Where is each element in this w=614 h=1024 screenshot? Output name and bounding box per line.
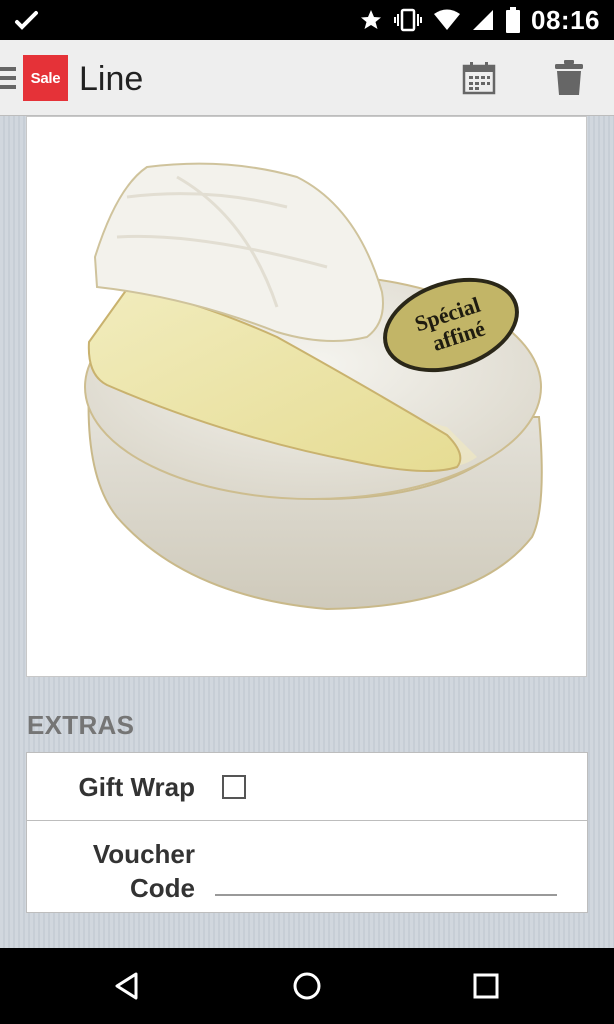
- battery-icon: [506, 7, 520, 33]
- star-icon: [361, 10, 381, 29]
- app-bar: Sale Line: [0, 40, 614, 116]
- calendar-button[interactable]: [459, 58, 499, 98]
- vibrate-icon: [394, 8, 422, 32]
- wifi-icon: [434, 9, 460, 30]
- app-logo[interactable]: Sale: [23, 55, 68, 101]
- recents-icon: [473, 973, 499, 999]
- gift-wrap-checkbox[interactable]: [222, 775, 246, 799]
- recents-button[interactable]: [466, 966, 506, 1006]
- content-area: Spécial affiné EXTRAS Gift Wrap Voucher …: [0, 116, 614, 948]
- home-icon: [293, 972, 321, 1000]
- voucher-label-line1: Voucher: [92, 839, 195, 869]
- menu-icon[interactable]: [0, 67, 16, 89]
- signal-icon: [473, 10, 493, 30]
- edit-check-icon: [15, 11, 38, 30]
- back-button[interactable]: [107, 966, 147, 1006]
- cheese-image: Spécial affiné: [84, 162, 543, 611]
- back-icon: [115, 972, 138, 1000]
- gift-wrap-label: Gift Wrap: [78, 772, 195, 802]
- voucher-label-line2: Code: [130, 873, 195, 903]
- voucher-code-input[interactable]: [215, 893, 557, 896]
- voucher-code-label: Voucher Code: [93, 837, 195, 905]
- page-title: Line: [79, 60, 144, 98]
- delete-button[interactable]: [549, 58, 589, 98]
- gift-wrap-row: Gift Wrap: [27, 753, 587, 821]
- status-bar: 08:16: [0, 0, 614, 40]
- home-button[interactable]: [287, 966, 327, 1006]
- calendar-icon: [462, 62, 496, 95]
- extras-form: Gift Wrap Voucher Code: [26, 752, 588, 913]
- product-image: Spécial affiné: [26, 116, 587, 677]
- status-time: 08:16: [531, 4, 600, 35]
- section-title-extras: EXTRAS: [27, 710, 135, 740]
- navigation-bar: [0, 948, 614, 1024]
- trash-icon: [555, 60, 583, 95]
